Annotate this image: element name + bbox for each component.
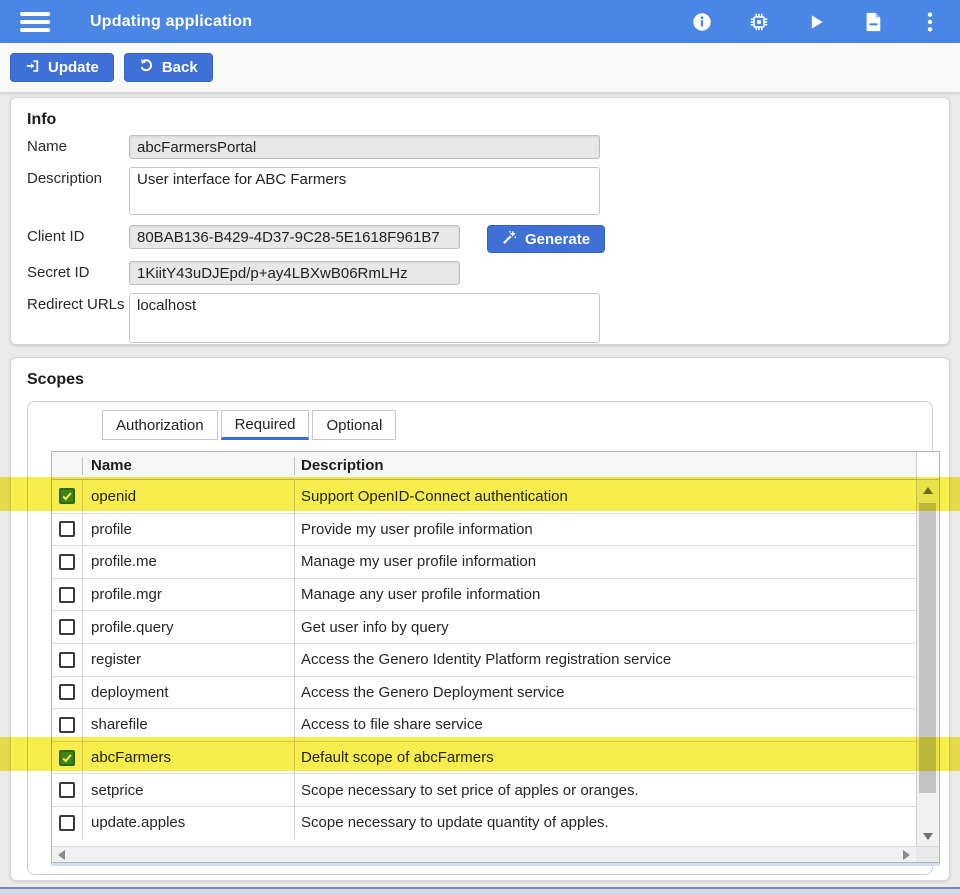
client-id-label: Client ID [27, 225, 129, 245]
scroll-up-button[interactable] [917, 480, 939, 500]
scope-row[interactable]: profile Provide my user profile informat… [52, 513, 916, 546]
scope-row[interactable]: profile.me Manage my user profile inform… [52, 545, 916, 578]
scope-name-cell: profile [91, 521, 132, 538]
table-body: openid Support OpenID-Connect authentica… [52, 480, 916, 839]
scope-name-cell: profile.mgr [91, 586, 162, 603]
scope-row[interactable]: register Access the Genero Identity Plat… [52, 643, 916, 676]
update-button[interactable]: Update [10, 53, 114, 82]
scope-name-cell: deployment [91, 684, 169, 701]
scope-name-cell: openid [91, 488, 136, 505]
table-header: Name Description [52, 452, 939, 480]
main-content: Info Name Description User interface for… [0, 93, 960, 881]
tab-authorization[interactable]: Authorization [102, 410, 218, 440]
update-button-label: Update [48, 59, 99, 76]
client-id-field [129, 225, 460, 249]
page-title: Updating application [90, 13, 252, 31]
scope-desc-cell: Support OpenID-Connect authentication [301, 488, 568, 505]
kebab-menu-icon[interactable] [918, 10, 942, 34]
scopes-tabs: Authorization Required Optional [102, 410, 922, 440]
description-label: Description [27, 167, 129, 187]
generate-button-label: Generate [525, 231, 590, 248]
scope-desc-cell: Access the Genero Identity Platform regi… [301, 651, 671, 668]
column-header-name: Name [82, 457, 294, 475]
secret-id-label: Secret ID [27, 261, 129, 281]
info-heading: Info [27, 110, 933, 129]
sign-in-icon [25, 59, 40, 77]
redirect-urls-field[interactable]: localhost [129, 293, 600, 343]
scopes-table: Name Description openid Support OpenID-C… [51, 451, 940, 863]
scope-desc-cell: Manage my user profile information [301, 553, 536, 570]
horizontal-scrollbar[interactable] [52, 846, 916, 862]
footer-strip [0, 887, 960, 895]
back-button[interactable]: Back [124, 53, 213, 82]
scroll-down-button[interactable] [917, 826, 939, 846]
scope-row[interactable]: update.apples Scope necessary to update … [52, 806, 916, 839]
scope-row[interactable]: abcFarmers Default scope of abcFarmers [52, 741, 916, 774]
scope-desc-cell: Default scope of abcFarmers [301, 749, 494, 766]
vertical-scrollbar[interactable] [916, 480, 939, 846]
scope-checkbox[interactable] [59, 488, 75, 504]
scope-name-cell: update.apples [91, 814, 185, 831]
scope-desc-cell: Scope necessary to update quantity of ap… [301, 814, 609, 831]
generate-button[interactable]: Generate [487, 225, 605, 253]
undo-icon [139, 58, 154, 77]
redirect-urls-label: Redirect URLs [27, 293, 129, 313]
scope-checkbox[interactable] [59, 684, 75, 700]
column-header-description: Description [294, 457, 916, 475]
info-icon[interactable] [690, 10, 714, 34]
scope-row[interactable]: sharefile Access to file share service [52, 708, 916, 741]
magic-wand-icon [502, 230, 517, 249]
scope-name-cell: setprice [91, 782, 144, 799]
document-icon[interactable] [861, 10, 885, 34]
chip-icon[interactable] [747, 10, 771, 34]
scopes-panel: Scopes Authorization Required Optional N… [10, 357, 950, 881]
scope-desc-cell: Get user info by query [301, 619, 449, 636]
back-button-label: Back [162, 59, 198, 76]
scope-name-cell: sharefile [91, 716, 148, 733]
scope-checkbox[interactable] [59, 782, 75, 798]
description-field[interactable]: User interface for ABC Farmers [129, 167, 600, 215]
name-label: Name [27, 135, 129, 155]
scope-desc-cell: Access the Genero Deployment service [301, 684, 564, 701]
tab-optional[interactable]: Optional [312, 410, 396, 440]
scopes-box: Authorization Required Optional Name Des… [27, 401, 933, 875]
scope-name-cell: profile.me [91, 553, 157, 570]
scope-desc-cell: Scope necessary to set price of apples o… [301, 782, 639, 799]
scope-checkbox[interactable] [59, 750, 75, 766]
secret-id-field [129, 261, 460, 285]
tab-required[interactable]: Required [221, 410, 310, 440]
scope-row[interactable]: setprice Scope necessary to set price of… [52, 773, 916, 806]
scope-row[interactable]: openid Support OpenID-Connect authentica… [52, 480, 916, 513]
app-bar: Updating application [0, 0, 960, 43]
scope-checkbox[interactable] [59, 619, 75, 635]
scope-checkbox[interactable] [59, 587, 75, 603]
scroll-left-button[interactable] [58, 850, 65, 860]
scope-row[interactable]: deployment Access the Genero Deployment … [52, 676, 916, 709]
scope-checkbox[interactable] [59, 521, 75, 537]
scope-name-cell: abcFarmers [91, 749, 171, 766]
action-toolbar: Update Back [0, 43, 960, 93]
scope-checkbox[interactable] [59, 815, 75, 831]
scope-desc-cell: Manage any user profile information [301, 586, 540, 603]
appbar-actions [690, 10, 942, 34]
hamburger-menu-icon[interactable] [20, 12, 50, 32]
scope-row[interactable]: profile.query Get user info by query [52, 610, 916, 643]
scope-desc-cell: Provide my user profile information [301, 521, 533, 538]
scope-checkbox[interactable] [59, 717, 75, 733]
scope-checkbox[interactable] [59, 652, 75, 668]
scope-name-cell: profile.query [91, 619, 174, 636]
run-icon[interactable] [804, 10, 828, 34]
name-field [129, 135, 600, 159]
scope-checkbox[interactable] [59, 554, 75, 570]
scope-name-cell: register [91, 651, 141, 668]
scope-desc-cell: Access to file share service [301, 716, 483, 733]
info-panel: Info Name Description User interface for… [10, 97, 950, 345]
scroll-right-button[interactable] [903, 850, 910, 860]
scrollbar-corner [916, 846, 939, 862]
scope-row[interactable]: profile.mgr Manage any user profile info… [52, 578, 916, 611]
vertical-scroll-thumb[interactable] [919, 503, 936, 793]
scopes-heading: Scopes [27, 370, 933, 389]
